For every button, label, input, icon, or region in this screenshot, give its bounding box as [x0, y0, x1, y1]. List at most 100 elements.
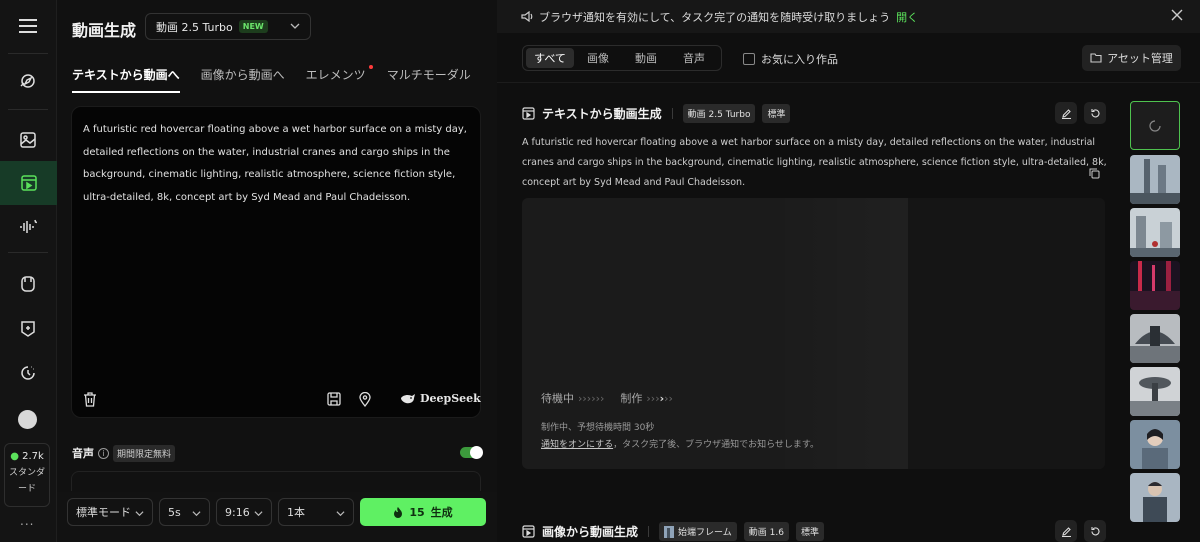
user-avatar[interactable]: [18, 410, 37, 429]
filter-audio[interactable]: 音声: [670, 48, 718, 68]
folder-icon: [1090, 53, 1102, 63]
close-icon[interactable]: [1171, 9, 1183, 21]
regenerate-icon[interactable]: [1084, 520, 1106, 542]
tab-text-to-video[interactable]: テキストから動画へ: [72, 66, 180, 93]
notify-info: 通知をオンにする，タスク完了後、ブラウザ通知でお知らせします。: [541, 437, 819, 450]
enable-notifications-link[interactable]: 通知をオンにする: [541, 440, 613, 450]
thumbnail-7[interactable]: [1130, 473, 1180, 522]
deepseek-label: DeepSeek: [420, 392, 481, 405]
new-dot: [368, 65, 373, 69]
card-header: 画像から動画生成 始端フレーム 動画 1.6 標準: [522, 522, 824, 541]
mode-value: 標準モード: [76, 506, 131, 519]
video-icon: [522, 107, 535, 120]
model-chip: 動画 2.5 Turbo: [682, 104, 756, 123]
count-value: 1本: [287, 506, 305, 519]
status-producing: 制作 ››››››: [620, 392, 673, 405]
tab-elements[interactable]: エレメンツ: [306, 65, 373, 93]
prompt-text[interactable]: A futuristic red hovercar floating above…: [83, 119, 473, 209]
model-select[interactable]: 動画 2.5 Turbo NEW: [145, 13, 311, 40]
duration-select[interactable]: 5s: [159, 498, 210, 526]
notify-rest: ，タスク完了後、ブラウザ通知でお知らせします。: [613, 440, 820, 450]
image-gen-icon[interactable]: [14, 126, 42, 154]
thumbnail-4[interactable]: [1130, 314, 1180, 363]
ratio-value: 9:16: [225, 505, 250, 519]
card-title: 画像から動画生成: [542, 525, 639, 539]
video-icon: [522, 525, 535, 538]
start-frame-chip: 始端フレーム: [659, 522, 737, 541]
credit-flame-icon: [394, 506, 403, 518]
chevron-down-icon: [290, 23, 300, 29]
thumbnail-2[interactable]: [1130, 208, 1180, 257]
filter-image[interactable]: 画像: [574, 48, 622, 68]
model-chip: 動画 1.6: [743, 522, 789, 541]
favorites-label: お気に入り作品: [761, 53, 838, 66]
generate-label: 生成: [430, 506, 453, 519]
info-icon[interactable]: i: [98, 447, 109, 459]
plan-line2: ード: [17, 484, 36, 494]
asset-management-button[interactable]: アセット管理: [1082, 45, 1181, 71]
audio-toggle[interactable]: [460, 446, 483, 459]
status-waiting-label: 待機中: [541, 392, 574, 405]
tab-multimodal[interactable]: マルチモーダル: [387, 66, 471, 93]
status-producing-label: 制作: [620, 392, 643, 405]
audio-gen-icon[interactable]: [14, 213, 42, 241]
notification-text: ブラウザ通知を有効にして、タスク完了の通知を随時受け取りましょう: [539, 10, 891, 24]
thumbnail-1[interactable]: [1130, 155, 1180, 204]
save-prompt-icon[interactable]: [326, 391, 342, 407]
card-prompt: A futuristic red hovercar floating above…: [522, 137, 1107, 188]
filter-video[interactable]: 動画: [622, 48, 670, 68]
speaker-icon: [521, 11, 533, 22]
frame-thumbnail: [664, 525, 675, 538]
model-name: 動画 2.5 Turbo: [156, 20, 233, 34]
edit-icon[interactable]: [1055, 102, 1077, 124]
spinner-icon: [1149, 119, 1161, 132]
chevron-down-icon: [192, 511, 201, 517]
credits-value: 2.7k: [22, 451, 44, 462]
history-icon[interactable]: [14, 359, 42, 387]
audio-label: 音声: [72, 447, 94, 460]
duration-value: 5s: [168, 505, 181, 519]
copy-icon[interactable]: [1089, 168, 1100, 179]
menu-icon[interactable]: [14, 12, 42, 40]
notification-open-link[interactable]: 開く: [896, 9, 918, 25]
generate-button[interactable]: 15 生成: [360, 498, 486, 526]
location-pin-icon[interactable]: [357, 391, 373, 407]
deepseek-whale-icon: [401, 393, 415, 403]
status-waiting: 待機中 ››››››: [541, 392, 605, 405]
audio-row: 音声 i 期間限定無料: [72, 444, 483, 462]
thumbnail-6[interactable]: [1130, 420, 1180, 469]
explore-icon[interactable]: [14, 67, 42, 95]
thumbnail-3[interactable]: [1130, 261, 1180, 310]
wait-info: 制作中、予想待機時間 30秒: [541, 423, 655, 433]
app-root: ● 2.7k スタンダ ード ... 動画生成 動画 2.5 Turbo NEW…: [0, 0, 1200, 542]
regenerate-icon[interactable]: [1084, 102, 1106, 124]
avatar-icon[interactable]: [14, 270, 42, 298]
filter-all[interactable]: すべて: [526, 48, 574, 68]
deepseek-toggle[interactable]: DeepSeek: [400, 392, 481, 405]
tab-image-to-video[interactable]: 画像から動画へ: [201, 66, 285, 93]
trash-icon[interactable]: [82, 391, 98, 407]
create-panel: 動画生成 動画 2.5 Turbo NEW テキストから動画へ 画像から動画へ …: [57, 0, 497, 542]
divider: [497, 82, 1200, 83]
more-icon[interactable]: ...: [20, 514, 34, 528]
progress-status: 待機中 ›››››› 制作 ››››››: [541, 390, 673, 406]
video-gen-icon[interactable]: [0, 161, 57, 205]
asset-label: アセット管理: [1107, 52, 1173, 65]
ratio-select[interactable]: 9:16: [216, 498, 272, 526]
favorites-checkbox[interactable]: [743, 53, 755, 65]
icon-rail: ● 2.7k スタンダ ード ...: [0, 0, 57, 542]
thumbnail-5[interactable]: [1130, 367, 1180, 416]
thumbnail-loading[interactable]: [1130, 101, 1180, 150]
favorites-filter[interactable]: お気に入り作品: [743, 51, 838, 67]
mode-select[interactable]: 標準モード: [67, 498, 153, 526]
badge-icon[interactable]: [14, 315, 42, 343]
audio-box: [71, 471, 481, 491]
video-placeholder: 待機中 ›››››› 制作 ›››››› 制作中、予想待機時間 30秒 通知をオンに…: [522, 198, 1105, 469]
new-badge: NEW: [238, 20, 268, 33]
plan-line1: スタンダ: [8, 468, 45, 478]
card-header: テキストから動画生成 動画 2.5 Turbo 標準: [522, 104, 791, 123]
edit-icon[interactable]: [1055, 520, 1077, 542]
prompt-input[interactable]: A futuristic red hovercar floating above…: [71, 106, 481, 418]
count-select[interactable]: 1本: [278, 498, 354, 526]
credits-box[interactable]: ● 2.7k スタンダ ード: [4, 443, 50, 507]
